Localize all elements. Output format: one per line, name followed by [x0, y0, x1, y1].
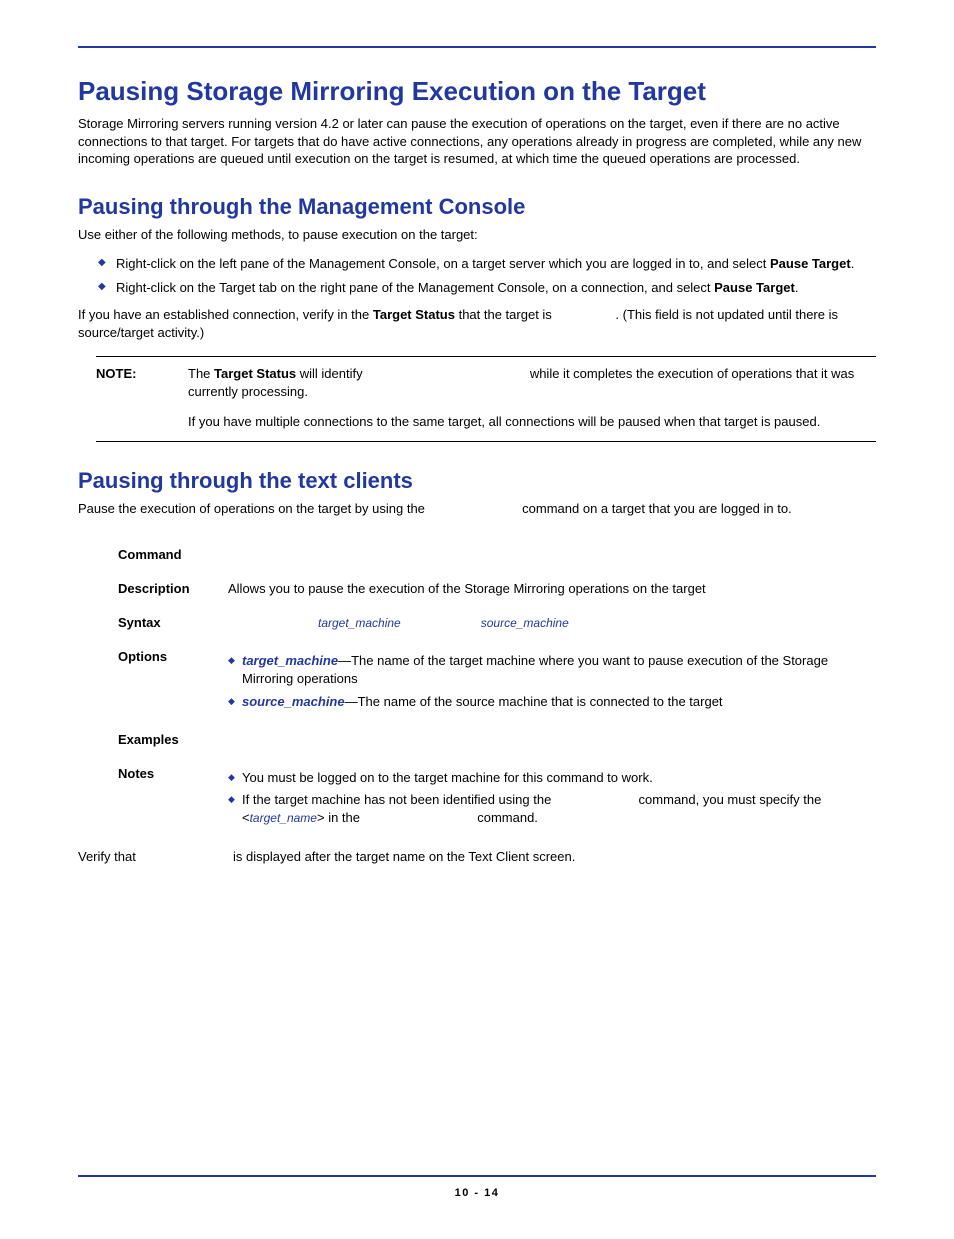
note-label-empty [96, 413, 188, 431]
list-item: You must be logged on to the target mach… [228, 769, 876, 787]
text: that the target is [455, 307, 555, 322]
page-number: 10 - 14 [78, 1187, 876, 1199]
section2-heading: Pausing through the text clients [78, 468, 876, 494]
option-key: source_machine [242, 694, 345, 709]
text: If you have an established connection, v… [78, 307, 373, 322]
text: > [317, 810, 325, 825]
command-table: Command Description Allows you to pause … [118, 546, 876, 832]
verify-line: Verify that is displayed after the targe… [78, 848, 876, 866]
bottom-rule [78, 1175, 876, 1177]
cmd-row-examples: Examples [118, 731, 876, 749]
syntax-arg: target_machine [318, 616, 401, 630]
syntax-arg: source_machine [481, 616, 569, 630]
list-item: If the target machine has not been ident… [228, 791, 876, 827]
options-list: target_machine—The name of the target ma… [228, 652, 876, 711]
option-key: target_machine [242, 653, 338, 668]
list-item: target_machine—The name of the target ma… [228, 652, 876, 688]
text: —The name of the source machine that is … [345, 694, 723, 709]
cmd-label: Notes [118, 765, 228, 783]
text: will identify [296, 366, 366, 381]
notes-list: You must be logged on to the target mach… [228, 769, 876, 828]
text: The [188, 366, 214, 381]
cmd-row-command: Command [118, 546, 876, 564]
section1-after: If you have an established connection, v… [78, 306, 876, 341]
section1-lead: Use either of the following methods, to … [78, 226, 876, 244]
text: . [851, 256, 855, 271]
arg: target_name [250, 811, 317, 825]
bold-text: Target Status [373, 307, 455, 322]
note-row: NOTE: The Target Status will identify wh… [96, 365, 876, 401]
section2-lead: Pause the execution of operations on the… [78, 500, 876, 518]
cmd-row-description: Description Allows you to pause the exec… [118, 580, 876, 598]
note-label: NOTE: [96, 365, 188, 401]
cmd-row-options: Options target_machine—The name of the t… [118, 648, 876, 715]
cmd-label: Command [118, 546, 228, 564]
top-rule [78, 46, 876, 48]
note-row: If you have multiple connections to the … [96, 413, 876, 431]
text: Right-click on the left pane of the Mana… [116, 256, 770, 271]
text: in the [325, 810, 364, 825]
section1-bullets: Right-click on the left pane of the Mana… [78, 255, 876, 296]
cmd-value: You must be logged on to the target mach… [228, 765, 876, 832]
cmd-value: target_machine—The name of the target ma… [228, 648, 876, 715]
bold-text: Target Status [214, 366, 296, 381]
list-item: Right-click on the Target tab on the rig… [98, 279, 876, 297]
text: command on a target that you are logged … [519, 501, 792, 516]
cmd-label: Description [118, 580, 228, 598]
text: command. [474, 810, 538, 825]
text: < [242, 810, 250, 825]
page-title: Pausing Storage Mirroring Execution on t… [78, 76, 876, 107]
cmd-label: Syntax [118, 614, 228, 632]
cmd-label: Examples [118, 731, 228, 749]
list-item: Right-click on the left pane of the Mana… [98, 255, 876, 273]
page: Pausing Storage Mirroring Execution on t… [0, 0, 954, 1239]
text: Pause the execution of operations on the… [78, 501, 429, 516]
intro-paragraph: Storage Mirroring servers running versio… [78, 115, 876, 168]
text: Right-click on the Target tab on the rig… [116, 280, 714, 295]
cmd-value: Allows you to pause the execution of the… [228, 580, 876, 598]
list-item: source_machine—The name of the source ma… [228, 693, 876, 711]
section1-heading: Pausing through the Management Console [78, 194, 876, 220]
cmd-row-syntax: Syntax target_machine source_machine [118, 614, 876, 632]
note-body: The Target Status will identify while it… [188, 365, 876, 401]
text: If the target machine has not been ident… [242, 792, 555, 807]
text: is displayed after the target name on th… [229, 849, 575, 864]
note-body: If you have multiple connections to the … [188, 413, 876, 431]
text: Verify that [78, 849, 139, 864]
cmd-value: target_machine source_machine [228, 614, 876, 632]
text: command, you must specify the [635, 792, 821, 807]
note-box: NOTE: The Target Status will identify wh… [96, 356, 876, 443]
bold-text: Pause Target [714, 280, 795, 295]
text: . [795, 280, 799, 295]
cmd-label: Options [118, 648, 228, 666]
bold-text: Pause Target [770, 256, 851, 271]
cmd-row-notes: Notes You must be logged on to the targe… [118, 765, 876, 832]
